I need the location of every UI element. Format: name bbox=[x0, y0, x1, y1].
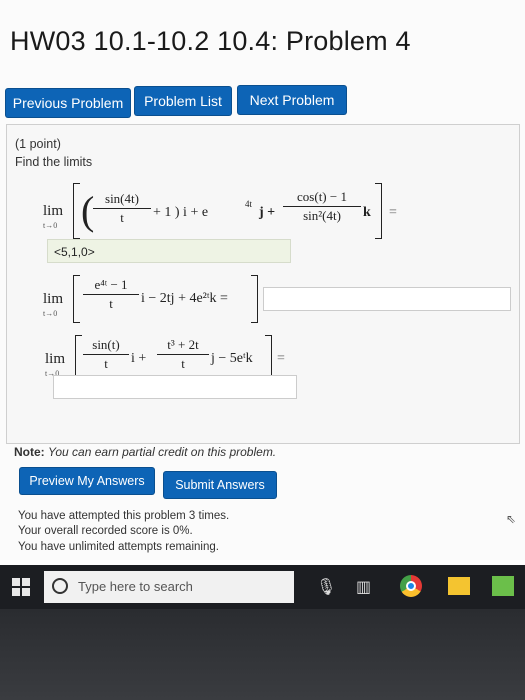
numerator: cos(t) − 1 bbox=[297, 189, 347, 204]
numerator: sin(t) bbox=[92, 337, 120, 352]
equals-sign: = bbox=[389, 205, 397, 220]
note-text: You can earn partial credit on this prob… bbox=[48, 445, 277, 459]
part2-rest: i − 2tj + 4e²ᵗk = bbox=[141, 291, 228, 306]
submit-answers-button[interactable]: Submit Answers bbox=[164, 472, 276, 498]
denominator: sin²(4t) bbox=[303, 208, 341, 223]
microphone-icon[interactable]: 🎙 bbox=[316, 577, 336, 597]
left-bracket bbox=[73, 275, 80, 323]
fraction-bar bbox=[93, 208, 151, 209]
lim-subscript: t→0 bbox=[43, 309, 58, 318]
answer-input-3[interactable] bbox=[53, 375, 297, 399]
denominator: t bbox=[181, 356, 185, 371]
part1-j-term: j + bbox=[259, 205, 276, 220]
windows-start-icon[interactable] bbox=[12, 578, 30, 596]
part1-exponent: 4t bbox=[245, 199, 253, 209]
previous-problem-button[interactable]: Previous Problem bbox=[6, 89, 130, 117]
file-explorer-icon[interactable] bbox=[448, 577, 470, 595]
part1-middle: + 1 ) i + e bbox=[153, 205, 209, 220]
attempts-text: You have attempted this problem 3 times. bbox=[18, 510, 230, 522]
points-label: (1 point) bbox=[15, 137, 61, 151]
fraction-sin4t-over-t: sin(4t) t bbox=[93, 191, 151, 226]
fraction-exp-over-t: e⁴ᵗ − 1 t bbox=[83, 277, 139, 312]
denominator: t bbox=[109, 296, 113, 311]
chrome-icon[interactable] bbox=[400, 575, 422, 597]
denominator: t bbox=[104, 356, 108, 371]
taskbar-search-input[interactable]: Type here to search bbox=[44, 571, 294, 603]
answer-input-2[interactable] bbox=[263, 287, 511, 311]
problem-list-button[interactable]: Problem List bbox=[135, 87, 231, 115]
denominator: t bbox=[120, 210, 124, 225]
instruction-text: Find the limits bbox=[15, 155, 93, 169]
windows-taskbar: Type here to search 🎙 ▥ bbox=[0, 565, 525, 609]
equals-sign: = bbox=[277, 351, 285, 366]
cortana-icon[interactable] bbox=[52, 578, 68, 594]
mouse-cursor-icon: ⇖ bbox=[506, 512, 517, 526]
fraction-sin-over-t: sin(t) t bbox=[83, 337, 129, 372]
task-view-icon[interactable]: ▥ bbox=[356, 577, 371, 597]
part1-k-term: k bbox=[363, 205, 371, 220]
next-problem-button[interactable]: Next Problem bbox=[238, 86, 346, 114]
numerator: t³ + 2t bbox=[167, 337, 199, 352]
right-bracket bbox=[251, 275, 258, 323]
note-label: Note: bbox=[14, 445, 45, 459]
numerator: e⁴ᵗ − 1 bbox=[94, 277, 128, 292]
part3-rest: j − 5eᵗk bbox=[211, 351, 253, 366]
right-bracket bbox=[375, 183, 382, 239]
preview-answers-button[interactable]: Preview My Answers bbox=[20, 468, 154, 494]
webwork-page: HW03 10.1-10.2 10.4: Problem 4 Previous … bbox=[0, 0, 525, 560]
lim-operator: lim bbox=[45, 351, 66, 367]
store-icon[interactable] bbox=[492, 576, 514, 596]
fraction-bar bbox=[283, 206, 361, 207]
left-bracket bbox=[73, 183, 80, 239]
fraction-cos-over-sin: cos(t) − 1 sin²(4t) bbox=[283, 189, 361, 224]
part3-middle: i + bbox=[131, 351, 147, 366]
fraction-bar bbox=[157, 354, 209, 355]
answer-input-1[interactable]: <5,1,0> bbox=[47, 239, 291, 263]
remaining-attempts-text: You have unlimited attempts remaining. bbox=[18, 541, 219, 553]
lim-operator: lim bbox=[43, 291, 64, 307]
monitor-bezel bbox=[0, 609, 525, 700]
score-text: Your overall recorded score is 0%. bbox=[18, 525, 193, 537]
fraction-poly-over-t: t³ + 2t t bbox=[157, 337, 209, 372]
lim-subscript: t→0 bbox=[43, 221, 58, 230]
fraction-bar bbox=[83, 354, 129, 355]
fraction-bar bbox=[83, 294, 139, 295]
numerator: sin(4t) bbox=[105, 191, 139, 206]
problem-container: (1 point) Find the limits lim t→0 ( sin(… bbox=[6, 124, 520, 444]
page-title: HW03 10.1-10.2 10.4: Problem 4 bbox=[10, 26, 411, 56]
partial-credit-note: Note: You can earn partial credit on thi… bbox=[14, 445, 276, 459]
lim-operator: lim bbox=[43, 203, 64, 219]
